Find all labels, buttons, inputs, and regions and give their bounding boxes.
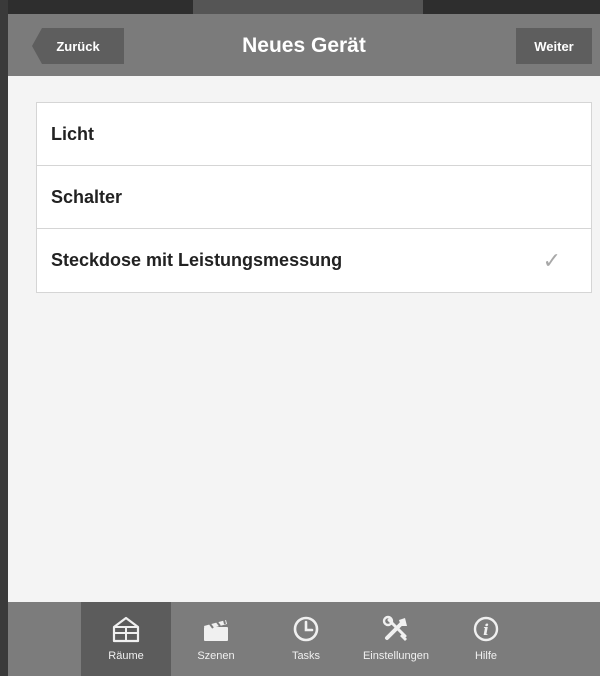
page-title: Neues Gerät [242, 34, 366, 57]
next-button[interactable]: Weiter [516, 28, 592, 64]
list-item-power-socket[interactable]: Steckdose mit Leistungsmessung ✓ [37, 229, 591, 292]
tab-label: Szenen [197, 650, 235, 662]
navigation-bar: Zurück Neues Gerät Weiter [8, 14, 600, 76]
svg-text:i: i [483, 621, 489, 639]
tools-icon [381, 612, 411, 646]
list-item-label: Schalter [51, 186, 123, 207]
tab-label: Hilfe [474, 650, 497, 662]
clock-icon [292, 612, 320, 646]
list-item-light[interactable]: Licht [37, 103, 591, 166]
tab-label: Räume [108, 650, 144, 662]
tab-settings[interactable]: Einstellungen [351, 602, 441, 676]
tab-tasks[interactable]: Tasks [261, 602, 351, 676]
status-strip [8, 0, 600, 14]
list-item-label: Licht [51, 123, 94, 144]
tab-label: Tasks [291, 650, 321, 662]
app-screen: Zurück Neues Gerät Weiter Licht Schalter… [8, 0, 600, 676]
status-strip-notch [193, 0, 423, 14]
clapperboard-icon [200, 612, 232, 646]
tab-rooms[interactable]: Räume [81, 602, 171, 676]
tab-bar: Räume Szenen Tasks Einstellungen i Hilfe [8, 602, 600, 676]
rooms-icon [111, 612, 141, 646]
device-type-list: Licht Schalter Steckdose mit Leistungsme… [36, 102, 592, 293]
list-item-label: Steckdose mit Leistungsmessung [51, 250, 343, 270]
info-icon: i [472, 612, 500, 646]
list-item-switch[interactable]: Schalter [37, 166, 591, 229]
tab-label: Einstellungen [362, 650, 430, 662]
tab-help[interactable]: i Hilfe [441, 602, 531, 676]
checkmark-icon: ✓ [542, 247, 561, 273]
tab-scenes[interactable]: Szenen [171, 602, 261, 676]
